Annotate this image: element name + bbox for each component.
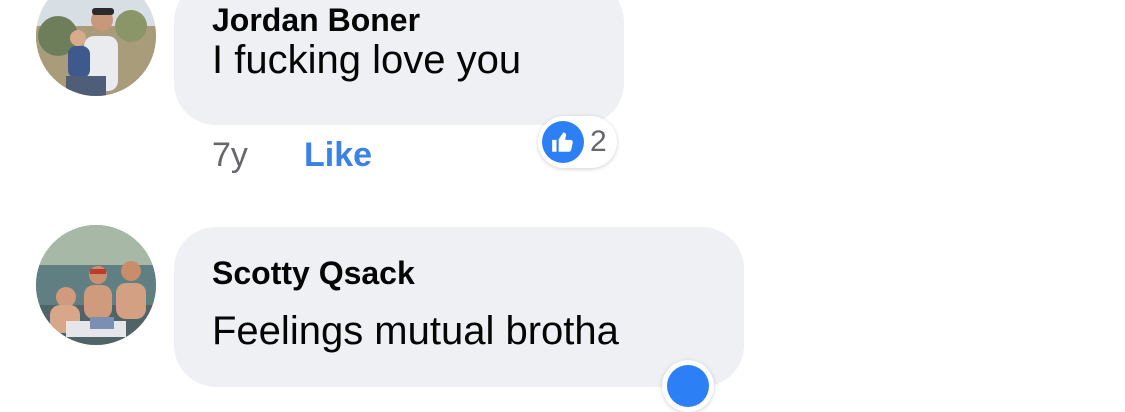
like-button[interactable]: Like — [304, 136, 372, 175]
comment-author[interactable]: Scotty Qsack — [212, 255, 415, 292]
comment-author[interactable]: Jordan Boner — [212, 2, 420, 39]
comment-text: Feelings mutual brotha — [212, 309, 619, 353]
comment-bubble: Scotty Qsack Feelings mutual brotha — [174, 227, 744, 387]
comment-time[interactable]: 7y — [212, 136, 248, 175]
comment-bubble: Jordan Boner I fucking love you — [174, 0, 624, 125]
thumbs-up-icon — [667, 365, 709, 407]
avatar[interactable] — [36, 0, 156, 96]
avatar[interactable] — [36, 225, 156, 345]
comment-text: I fucking love you — [212, 38, 522, 82]
reaction-summary[interactable]: 2 — [538, 116, 617, 168]
reaction-count: 2 — [590, 125, 607, 158]
thumbs-up-icon — [542, 121, 584, 163]
reaction-summary[interactable] — [662, 360, 714, 412]
